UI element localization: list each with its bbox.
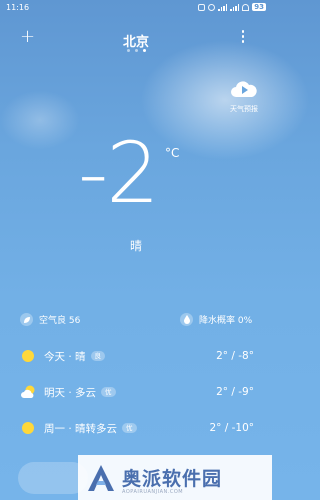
watermark: 奥派软件园 AOPAIRUANJIAN.COM (78, 455, 272, 500)
battery-indicator: 93 (252, 3, 266, 11)
notification-icon (198, 3, 206, 11)
forecast-day: 周一 · 晴转多云 (44, 422, 118, 435)
page-indicator (0, 49, 272, 52)
forecast-day: 明天 · 多云 (44, 386, 97, 399)
forecast-row-tomorrow[interactable]: 明天 · 多云 优 2° / -9° (20, 384, 254, 400)
forecast-day: 今天 · 晴 (44, 350, 86, 363)
temperature-range: 2° / -8° (216, 350, 254, 362)
city-title[interactable]: 北京 (0, 31, 272, 50)
wifi-icon (242, 3, 250, 11)
partly-cloudy-icon (20, 384, 36, 400)
forecast-row-monday[interactable]: 周一 · 晴转多云 优 2° / -10° (20, 420, 254, 436)
cloud-play-icon (231, 81, 257, 97)
signal-icon (230, 3, 240, 11)
raindrop-icon (180, 313, 193, 326)
current-temperature: -2 (78, 124, 160, 222)
leaf-icon (20, 313, 33, 326)
aqi-badge: 优 (122, 423, 137, 433)
status-bar: 11:16 93 (0, 0, 272, 16)
weather-forecast-button[interactable]: 天气预报 (226, 78, 262, 114)
air-quality-text: 空气良 56 (39, 316, 81, 326)
cloud-decoration (140, 40, 310, 160)
page-dot (134, 49, 138, 52)
alarm-icon (208, 3, 216, 11)
signal-icon (218, 3, 228, 11)
aqi-badge: 良 (90, 351, 106, 361)
aqi-badge: 优 (101, 387, 116, 397)
temperature-range: 2° / -10° (209, 422, 254, 434)
weather-forecast-label: 天气预报 (230, 105, 258, 113)
air-quality[interactable]: 空气良 56 (20, 313, 80, 326)
temperature-range: 2° / -9° (216, 386, 254, 398)
watermark-text: 奥派软件园 (122, 468, 223, 490)
cloud-decoration (0, 90, 80, 150)
rain-probability-text: 降水概率 0% (199, 316, 253, 326)
sun-icon (20, 348, 36, 364)
status-time: 11:16 (6, 3, 30, 12)
page-dot (126, 49, 130, 52)
rain-probability[interactable]: 降水概率 0% (180, 313, 252, 326)
temperature-unit: °C (165, 146, 180, 160)
watermark-logo (88, 464, 114, 491)
page-dot-active (142, 49, 146, 52)
more-options-icon[interactable] (240, 30, 246, 43)
forecast-row-today[interactable]: 今天 · 晴 良 2° / -8° (20, 348, 254, 364)
status-icons: 93 (198, 3, 266, 11)
watermark-subtext: AOPAIRUANJIAN.COM (122, 489, 184, 495)
sun-icon (20, 420, 36, 436)
current-condition: 晴 (129, 239, 142, 253)
